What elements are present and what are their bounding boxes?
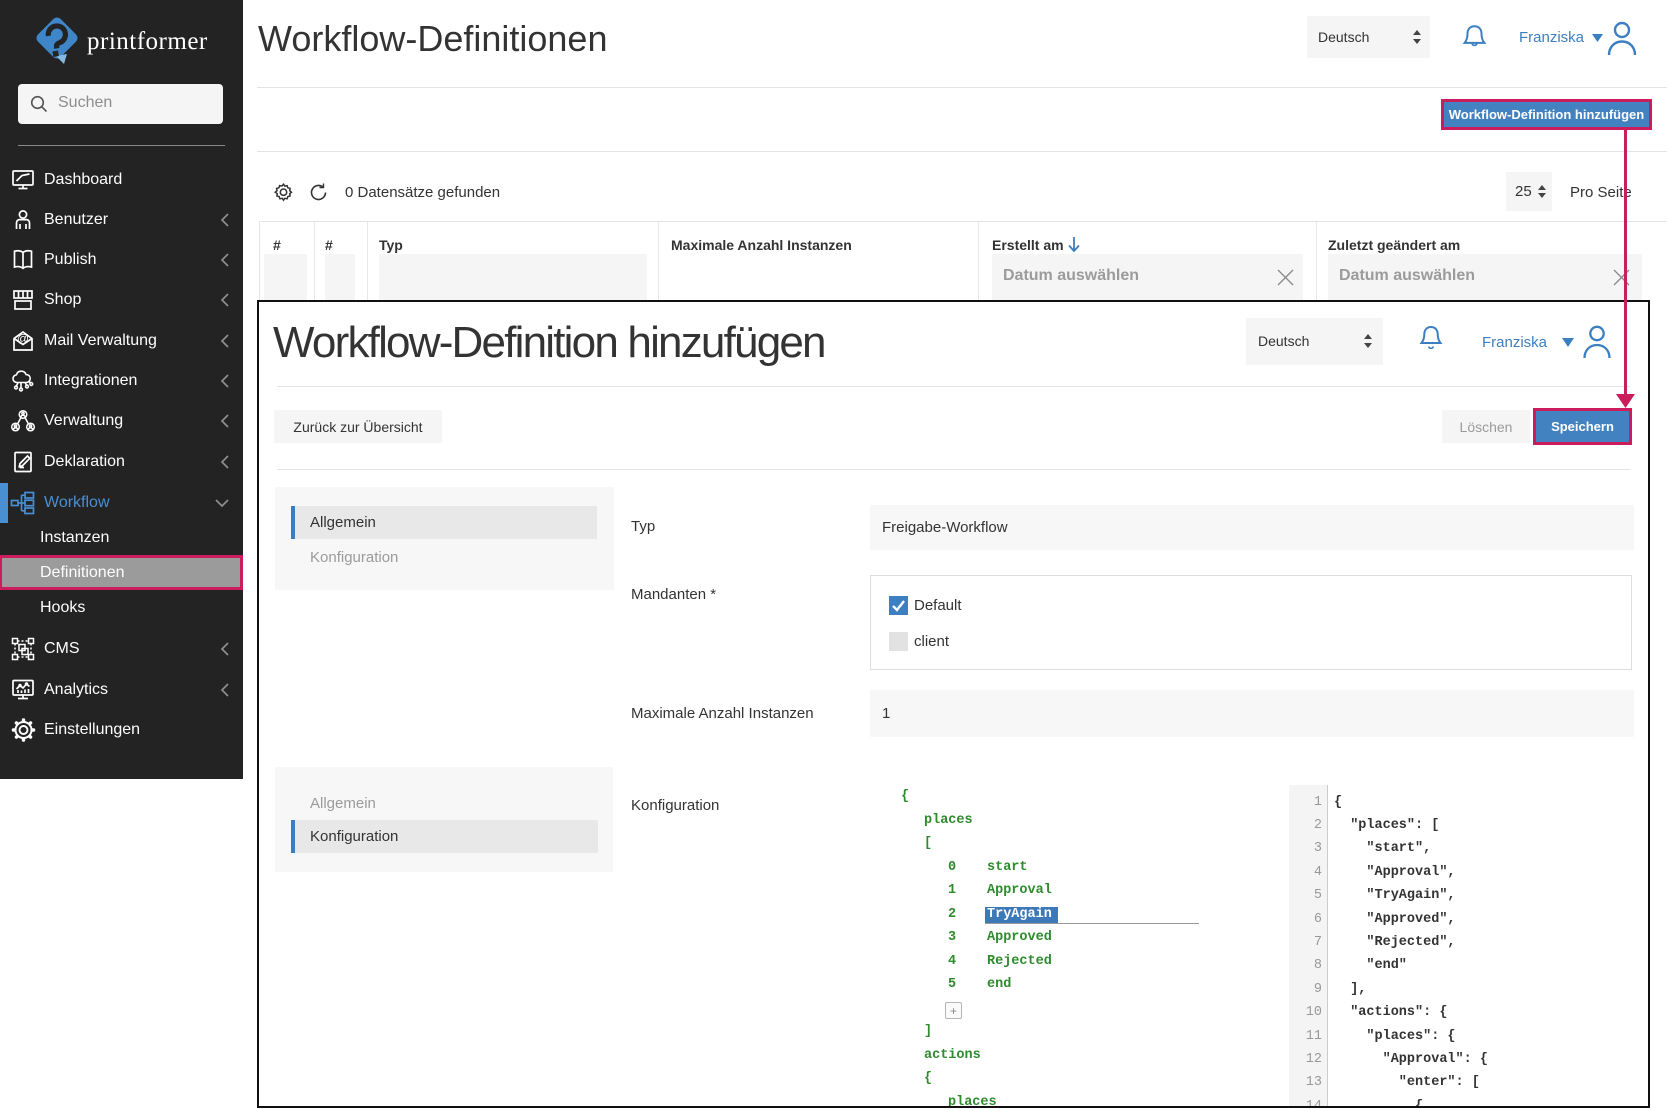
svg-text:@: @ — [17, 332, 29, 346]
